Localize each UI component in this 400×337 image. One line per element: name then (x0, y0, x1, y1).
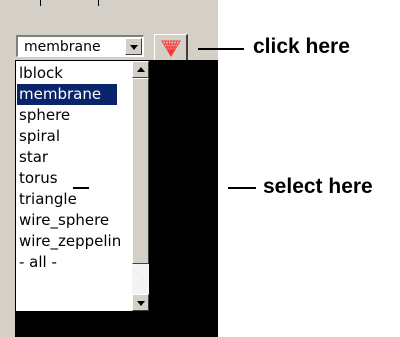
toolbar: membrane (0, 0, 218, 62)
mesh-tool-button[interactable] (154, 34, 188, 62)
scroll-down-button[interactable] (132, 294, 149, 311)
shape-dropdown-list[interactable]: lblock membrane sphere spiral star torus… (15, 60, 150, 312)
chevron-down-icon (130, 45, 138, 50)
list-item-triangle[interactable]: triangle (17, 189, 133, 210)
click-callout-line (198, 48, 244, 50)
scrollbar-thumb[interactable] (132, 78, 149, 264)
select-callout-line (73, 187, 89, 189)
select-here-annotation: select here (263, 175, 373, 198)
list-item-wire-sphere[interactable]: wire_sphere (17, 210, 133, 231)
combo-selected-value: membrane (24, 39, 101, 55)
list-item-spiral[interactable]: spiral (17, 126, 133, 147)
list-item-lblock[interactable]: lblock (17, 63, 133, 84)
toolbar-top-edge (0, 0, 218, 6)
red-mesh-icon (161, 40, 181, 57)
chevron-up-icon (137, 67, 145, 72)
list-item-all[interactable]: - all - (17, 252, 133, 273)
click-here-annotation: click here (253, 35, 350, 58)
list-item-wire-zeppelin[interactable]: wire_zeppelin (17, 231, 133, 252)
combo-dropdown-button[interactable] (125, 38, 142, 55)
list-item-membrane[interactable]: membrane (17, 84, 117, 105)
list-item-sphere[interactable]: sphere (17, 105, 133, 126)
scroll-up-button[interactable] (132, 61, 149, 78)
vertical-scrollbar[interactable] (132, 61, 149, 311)
dropdown-items: lblock membrane sphere spiral star torus… (17, 63, 133, 273)
shape-combo-box[interactable]: membrane (16, 35, 144, 57)
chevron-down-icon (137, 301, 145, 306)
select-callout-line-right (228, 187, 256, 189)
list-item-torus[interactable]: torus (17, 168, 133, 189)
list-item-star[interactable]: star (17, 147, 133, 168)
